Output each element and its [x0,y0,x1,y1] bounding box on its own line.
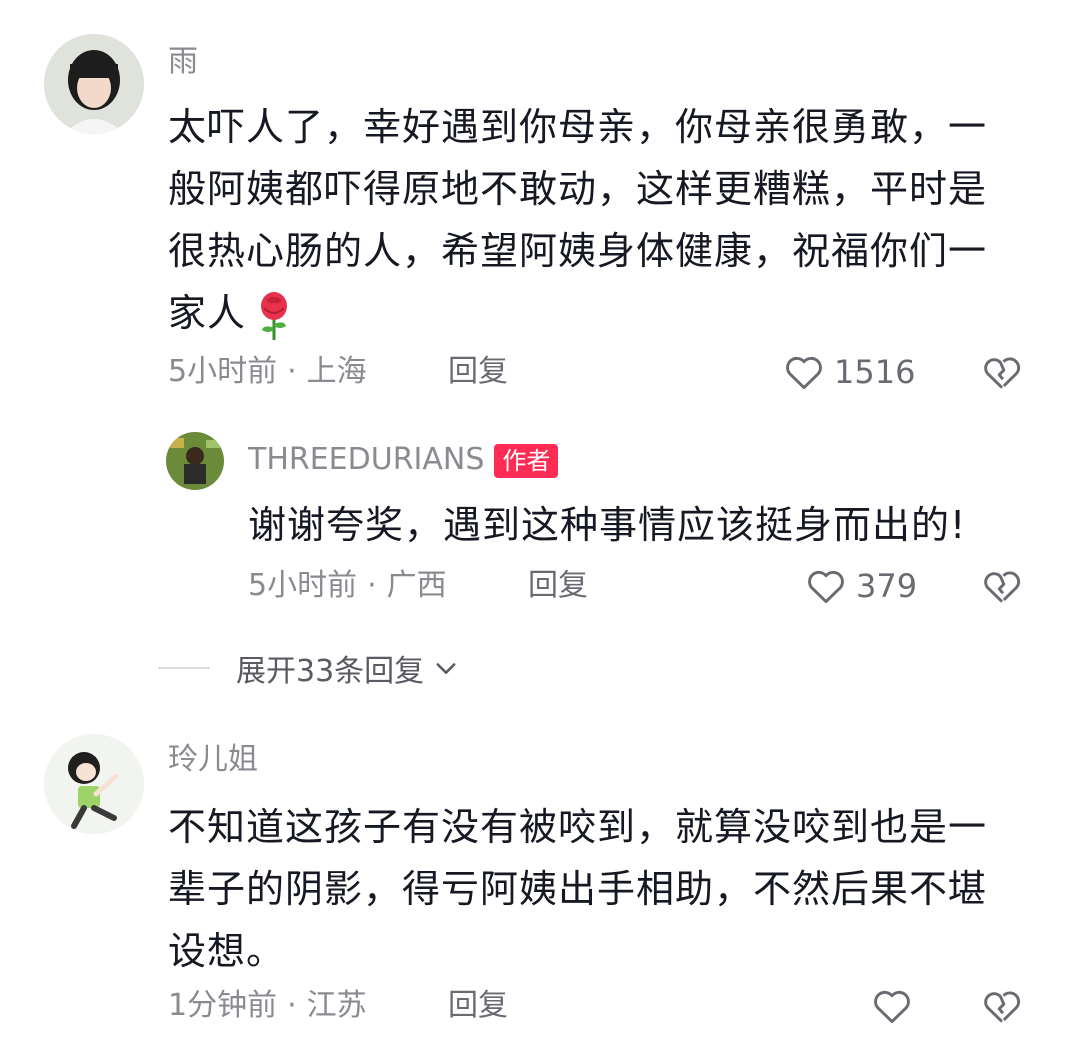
reply-username-text[interactable]: THREEDURIANS [248,442,484,477]
reply-username: THREEDURIANS 作者 [248,440,559,480]
comment-list: 雨 太吓人了，幸好遇到你母亲，你母亲很勇敢，一 般阿姨都吓得原地不敢动，这样更糟… [0,0,1080,1048]
comment-username[interactable]: 雨 [168,42,198,82]
dislike-button[interactable] [980,564,1024,608]
like-button[interactable]: 379 [804,564,917,608]
dislike-button[interactable] [980,350,1024,394]
reply-location: 广西 [386,568,447,603]
comment-text-line: 般阿姨都吓得原地不敢动，这样更糟糕，平时是 [168,167,988,211]
heart-outline-icon [808,570,844,604]
comment-text-line: 太吓人了，幸好遇到你母亲，你母亲很勇敢，一 [168,105,988,149]
comment-text-line: 不知道这孩子有没有被咬到，就算没咬到也是一 [168,805,988,849]
comment-text-line: 家人 [168,282,1048,344]
user-avatar-image [166,432,224,490]
comment-location: 江苏 [306,988,367,1023]
user-avatar-image [44,34,144,134]
comment-text: 不知道这孩子有没有被咬到，就算没咬到也是一 辈子的阴影，得亏阿姨出手相助，不然后… [168,796,1048,982]
comment-meta: 1分钟前 · 江苏 [168,986,367,1026]
reply-meta: 5小时前 · 广西 [248,566,447,606]
reply-button[interactable]: 回复 [448,352,508,392]
like-button[interactable] [870,984,922,1028]
reply-button[interactable]: 回复 [528,566,588,606]
avatar[interactable] [44,34,144,134]
dislike-button[interactable] [980,984,1024,1028]
reply-time: 5小时前 [248,568,358,603]
meta-separator: · [367,568,377,603]
meta-separator: · [287,354,297,389]
author-badge: 作者 [494,443,559,478]
like-count: 379 [856,567,918,605]
avatar[interactable] [44,734,144,834]
comment-meta: 5小时前 · 上海 [168,352,367,392]
broken-heart-icon [984,991,1021,1023]
comment-username[interactable]: 玲儿姐 [168,740,258,780]
comment-location: 上海 [306,354,367,389]
divider [158,667,210,669]
expand-replies-button[interactable]: 展开33条回复 [158,646,460,690]
comment-text-line: 设想。 [168,929,286,973]
meta-separator: · [287,988,297,1023]
comment-time: 5小时前 [168,354,278,389]
avatar[interactable] [166,432,224,490]
comment-time: 1分钟前 [168,988,278,1023]
rose-emoji-icon [261,291,288,340]
broken-heart-icon [984,357,1021,389]
broken-heart-icon [984,571,1021,603]
comment-text-line: 很热心肠的人，希望阿姨身体健康，祝福你们一 [168,229,988,273]
heart-outline-icon [874,990,910,1024]
user-avatar-image [44,734,144,834]
comment-text-line: 辈子的阴影，得亏阿姨出手相助，不然后果不堪 [168,867,988,911]
reply-button[interactable]: 回复 [448,986,508,1026]
like-count: 1516 [834,353,916,391]
expand-replies-label: 展开33条回复 [236,654,425,689]
chevron-down-icon [436,663,456,674]
reply-text: 谢谢夸奖，遇到这种事情应该挺身而出的! [248,503,967,547]
comment-text: 太吓人了，幸好遇到你母亲，你母亲很勇敢，一 般阿姨都吓得原地不敢动，这样更糟糕，… [168,96,1048,344]
comment-text-line-content: 家人 [168,291,247,335]
like-button[interactable]: 1516 [782,350,915,394]
heart-outline-icon [786,356,822,390]
